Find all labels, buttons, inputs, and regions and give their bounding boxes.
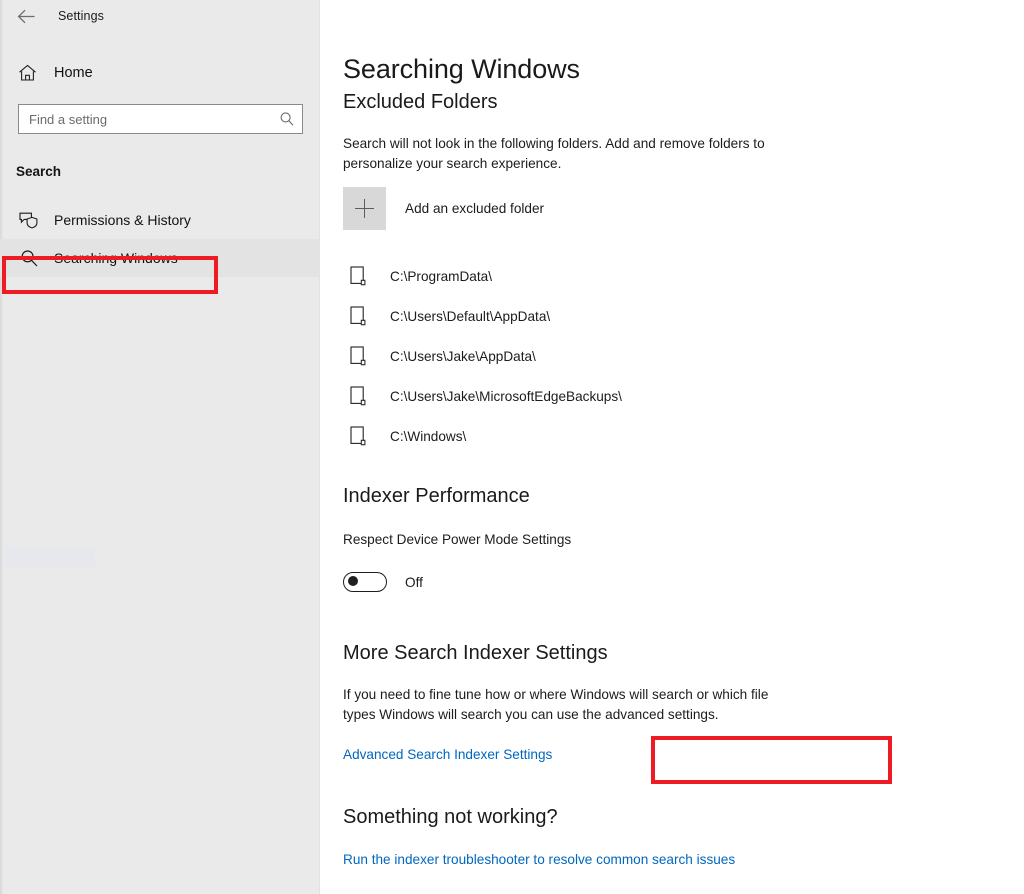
folder-page-icon <box>347 385 369 407</box>
add-excluded-folder-label: Add an excluded folder <box>405 201 544 216</box>
more-search-indexer-settings-heading: More Search Indexer Settings <box>343 642 795 665</box>
search-icon[interactable] <box>272 105 302 133</box>
add-excluded-folder-button[interactable] <box>343 187 386 230</box>
list-item[interactable]: C:\ProgramData\ <box>343 256 1024 296</box>
title-bar: Settings <box>0 0 319 32</box>
sidebar-item-permissions-history[interactable]: Permissions & History <box>0 201 319 239</box>
troubleshoot-heading: Something not working? <box>343 806 735 829</box>
magnifier-icon <box>18 247 40 269</box>
list-item-label: C:\Users\Jake\MicrosoftEdgeBackups\ <box>390 389 622 404</box>
indexer-performance-heading: Indexer Performance <box>343 485 571 508</box>
troubleshoot-section: Something not working? Run the indexer t… <box>343 806 735 869</box>
sidebar-item-home-label: Home <box>54 65 93 81</box>
back-arrow-icon[interactable] <box>12 2 40 30</box>
settings-window: Settings Home Search <box>0 0 1024 894</box>
sidebar-item-permissions-history-label: Permissions & History <box>54 212 191 228</box>
sidebar-nav-list: Permissions & History Searching Windows <box>0 201 319 277</box>
sidebar-item-searching-windows[interactable]: Searching Windows <box>0 239 319 277</box>
sidebar: Settings Home Search <box>0 0 320 894</box>
indexer-troubleshooter-link[interactable]: Run the indexer troubleshooter to resolv… <box>343 852 735 867</box>
sidebar-search-box[interactable] <box>18 104 303 134</box>
list-item-label: C:\ProgramData\ <box>390 269 492 284</box>
toggle-knob <box>348 576 358 586</box>
sidebar-group-label: Search <box>0 164 319 179</box>
respect-power-mode-label: Respect Device Power Mode Settings <box>343 508 571 550</box>
folder-page-icon <box>347 265 369 287</box>
respect-power-mode-toggle[interactable] <box>343 572 387 592</box>
excluded-folders-heading: Excluded Folders <box>343 85 1024 114</box>
search-input[interactable] <box>19 105 272 133</box>
list-item-label: C:\Users\Jake\AppData\ <box>390 349 536 364</box>
excluded-folders-description: Search will not look in the following fo… <box>343 114 790 174</box>
excluded-folders-list: C:\ProgramData\ C:\Users\Default\AppData… <box>343 256 1024 456</box>
window-title: Settings <box>58 9 104 23</box>
main-content: Searching Windows Excluded Folders Searc… <box>320 0 1024 894</box>
list-item[interactable]: C:\Windows\ <box>343 416 1024 456</box>
list-item-label: C:\Users\Default\AppData\ <box>390 309 550 324</box>
add-excluded-folder-row[interactable]: Add an excluded folder <box>343 187 1024 230</box>
compression-artifact <box>5 547 95 567</box>
indexer-performance-section: Indexer Performance Respect Device Power… <box>343 485 571 592</box>
folder-page-icon <box>347 345 369 367</box>
home-icon <box>16 62 38 84</box>
list-item[interactable]: C:\Users\Jake\MicrosoftEdgeBackups\ <box>343 376 1024 416</box>
permissions-history-icon <box>18 209 40 231</box>
sidebar-item-home[interactable]: Home <box>0 56 319 90</box>
list-item[interactable]: C:\Users\Default\AppData\ <box>343 296 1024 336</box>
folder-page-icon <box>347 305 369 327</box>
toggle-state-label: Off <box>405 575 423 590</box>
list-item-label: C:\Windows\ <box>390 429 466 444</box>
page-title: Searching Windows <box>343 0 1024 85</box>
sidebar-item-searching-windows-label: Searching Windows <box>54 250 178 266</box>
advanced-search-indexer-settings-link[interactable]: Advanced Search Indexer Settings <box>343 747 552 762</box>
more-search-indexer-settings-description: If you need to fine tune how or where Wi… <box>343 665 795 725</box>
plus-icon <box>355 199 374 218</box>
respect-power-mode-toggle-row: Off <box>343 572 571 592</box>
list-item[interactable]: C:\Users\Jake\AppData\ <box>343 336 1024 376</box>
folder-page-icon <box>347 425 369 447</box>
more-search-indexer-settings-section: More Search Indexer Settings If you need… <box>343 642 795 764</box>
